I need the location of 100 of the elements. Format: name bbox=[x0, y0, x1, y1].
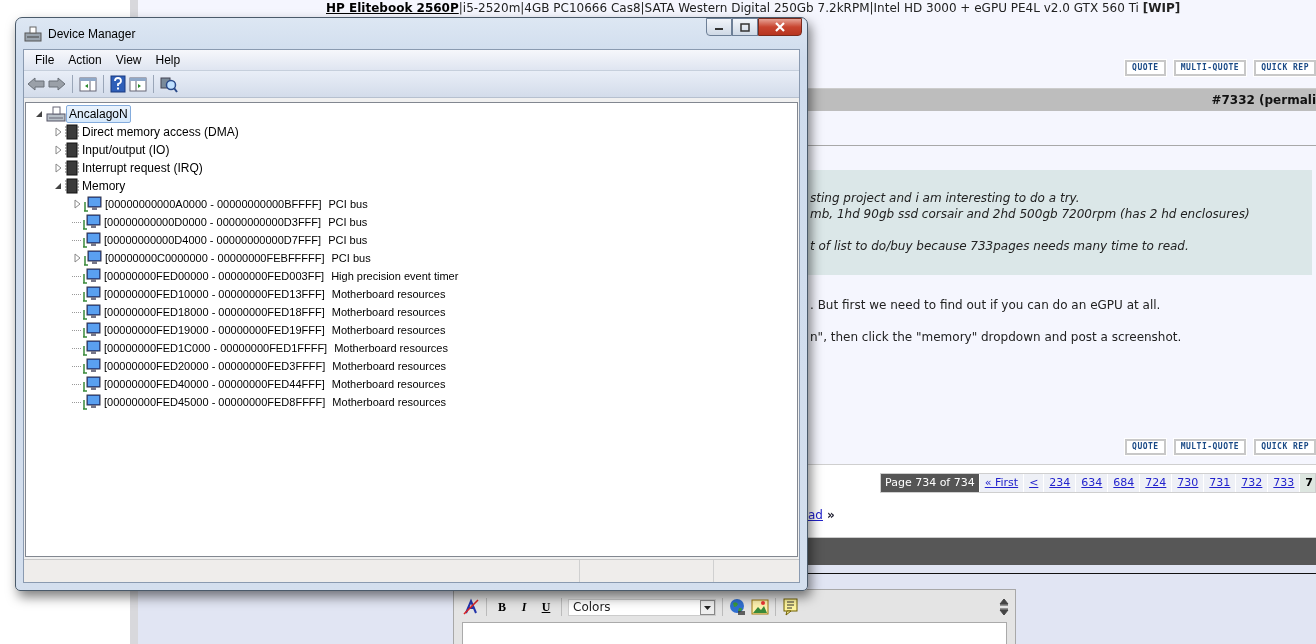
bold-button[interactable]: B bbox=[493, 598, 511, 616]
memory-range-text[interactable]: [00000000000D0000 - 00000000000D3FFF] bbox=[101, 216, 322, 228]
resource-description: Motherboard resources bbox=[331, 396, 447, 408]
collapsed-arrow-icon[interactable] bbox=[72, 199, 82, 209]
resource-description: Motherboard resources bbox=[333, 342, 448, 354]
memory-range-text[interactable]: [00000000FED45000 - 00000000FED8FFFF] bbox=[101, 396, 326, 408]
post-button[interactable]: MULTI-QUOTE bbox=[1173, 60, 1247, 76]
memory-range-text[interactable]: [00000000FED1C000 - 00000000FED1FFFF] bbox=[101, 342, 328, 354]
tree-item[interactable]: AncalagoN bbox=[66, 105, 131, 123]
monitor-icon bbox=[83, 322, 101, 338]
quote-icon[interactable] bbox=[782, 598, 800, 616]
current-page[interactable]: 7 bbox=[1299, 474, 1315, 492]
quote-text: sting project and i am interesting to do a try. bbox=[810, 190, 1081, 206]
colors-dropdown[interactable]: Colors bbox=[568, 598, 716, 616]
globe-link-icon[interactable] bbox=[729, 598, 747, 616]
resource-description: High precision event timer bbox=[330, 270, 459, 282]
page-link[interactable]: 730 bbox=[1171, 474, 1204, 492]
collapsed-arrow-icon[interactable] bbox=[53, 163, 63, 173]
memory-range-text[interactable]: [00000000000D4000 - 00000000000D7FFF] bbox=[101, 234, 322, 246]
menu-item[interactable]: View bbox=[108, 53, 149, 67]
post-button[interactable]: QUOTE bbox=[1125, 60, 1166, 76]
memory-range-text[interactable]: [00000000FED40000 - 00000000FED44FFF] bbox=[101, 378, 325, 390]
minimize-button[interactable] bbox=[706, 18, 732, 36]
monitor-icon bbox=[83, 232, 101, 248]
maximize-icon bbox=[740, 22, 750, 32]
memory-range-text[interactable]: [00000000000A0000 - 00000000000BFFFF] bbox=[102, 198, 322, 210]
post-button[interactable]: MULTI-QUOTE bbox=[1173, 439, 1247, 455]
post-button[interactable]: QUICK REP bbox=[1254, 439, 1316, 455]
maximize-button[interactable] bbox=[732, 18, 758, 36]
page-link[interactable]: « First bbox=[978, 474, 1024, 492]
collapsed-arrow-icon[interactable] bbox=[53, 127, 63, 137]
tree-item[interactable]: Interrupt request (IRQ) bbox=[79, 159, 206, 177]
resource-description: PCI bus bbox=[330, 252, 371, 264]
console-tree-icon[interactable] bbox=[79, 76, 97, 92]
page-link[interactable]: 234 bbox=[1043, 474, 1076, 492]
page-link[interactable]: < bbox=[1023, 474, 1044, 492]
page-count-label: Page 734 of 734 bbox=[881, 474, 979, 492]
image-icon[interactable] bbox=[751, 598, 769, 616]
memory-range-text[interactable]: [00000000FED19000 - 00000000FED19FFF] bbox=[101, 324, 325, 336]
memory-range-text[interactable]: [00000000FED18000 - 00000000FED18FFF] bbox=[101, 306, 325, 318]
help-icon[interactable] bbox=[110, 75, 126, 93]
close-icon bbox=[774, 22, 786, 32]
scan-hardware-icon[interactable] bbox=[160, 75, 178, 93]
menu-item[interactable]: Action bbox=[61, 53, 109, 67]
forward-arrow-icon[interactable] bbox=[48, 76, 66, 92]
computer-icon bbox=[46, 106, 66, 122]
page-link[interactable]: 731 bbox=[1203, 474, 1236, 492]
monitor-icon bbox=[83, 304, 101, 320]
resource-description: Motherboard resources bbox=[330, 306, 446, 318]
monitor-icon bbox=[83, 340, 101, 356]
chip-icon bbox=[65, 160, 79, 176]
post-text: . But first we need to find out if you can do an eGPU at all. bbox=[810, 297, 1161, 313]
page-link[interactable]: 724 bbox=[1139, 474, 1172, 492]
resource-description: Motherboard resources bbox=[330, 288, 446, 300]
page-link[interactable]: 732 bbox=[1235, 474, 1268, 492]
expanded-arrow-icon[interactable] bbox=[53, 181, 63, 191]
monitor-icon bbox=[84, 196, 102, 212]
chip-icon bbox=[65, 124, 79, 140]
back-arrow-icon[interactable] bbox=[27, 76, 45, 92]
resource-description: PCI bus bbox=[327, 198, 368, 210]
signature-text: HP Elitebook 2560P|i5-2520m|4GB PC10666 Cas8|SATA Western Digital 250Gb 7.2kRPM|Intel HD 3000 + eGPU PE4L v2.0 GTX 560 Ti [WIP] bbox=[325, 0, 1182, 17]
monitor-icon bbox=[84, 250, 102, 266]
resize-arrows-icon[interactable] bbox=[999, 598, 1009, 616]
chip-icon bbox=[65, 142, 79, 158]
resource-description: Motherboard resources bbox=[330, 378, 446, 390]
monitor-icon bbox=[83, 214, 101, 230]
device-manager-icon bbox=[24, 25, 42, 42]
monitor-icon bbox=[83, 358, 101, 374]
memory-range-text[interactable]: [00000000FED00000 - 00000000FED003FF] bbox=[101, 270, 325, 282]
memory-range-text[interactable]: [00000000FED10000 - 00000000FED13FFF] bbox=[101, 288, 325, 300]
expanded-arrow-icon[interactable] bbox=[34, 109, 44, 119]
post-button[interactable]: QUOTE bbox=[1125, 439, 1166, 455]
arrow-text: » bbox=[827, 508, 835, 522]
page-link[interactable]: 634 bbox=[1075, 474, 1108, 492]
close-button[interactable] bbox=[758, 18, 802, 36]
menu-item[interactable]: Help bbox=[148, 53, 188, 67]
underline-button[interactable]: U bbox=[537, 598, 555, 616]
chip-icon bbox=[65, 178, 79, 194]
tree-item[interactable]: Input/output (IO) bbox=[79, 141, 173, 159]
tree-item[interactable]: Memory bbox=[79, 177, 129, 195]
italic-button[interactable]: I bbox=[515, 598, 533, 616]
post-button[interactable]: QUICK REP bbox=[1254, 60, 1316, 76]
resource-description: Motherboard resources bbox=[330, 324, 446, 336]
signature-link[interactable]: HP Elitebook 2560P bbox=[326, 1, 459, 15]
window-title: Device Manager bbox=[48, 26, 136, 41]
message-input-field[interactable] bbox=[462, 622, 1007, 644]
tree-item[interactable]: Direct memory access (DMA) bbox=[79, 123, 242, 141]
collapsed-arrow-icon[interactable] bbox=[72, 253, 82, 263]
monitor-icon bbox=[83, 268, 101, 284]
quote-text: t of list to do/buy because 733pages needs many time to read. bbox=[810, 238, 1190, 254]
post-text: n", then click the "memory" dropdown and post a screenshot. bbox=[810, 329, 1182, 345]
memory-range-text[interactable]: [00000000C0000000 - 00000000FEBFFFFF] bbox=[102, 252, 325, 264]
menu-item[interactable]: File bbox=[28, 53, 62, 67]
resource-description: Motherboard resources bbox=[331, 360, 447, 372]
memory-range-text[interactable]: [00000000FED20000 - 00000000FED3FFFF] bbox=[101, 360, 326, 372]
thread-link[interactable]: ad bbox=[808, 508, 823, 522]
remove-format-icon[interactable] bbox=[462, 598, 480, 616]
monitor-icon bbox=[83, 394, 101, 410]
collapsed-arrow-icon[interactable] bbox=[53, 145, 63, 155]
page-link[interactable]: 684 bbox=[1107, 474, 1140, 492]
